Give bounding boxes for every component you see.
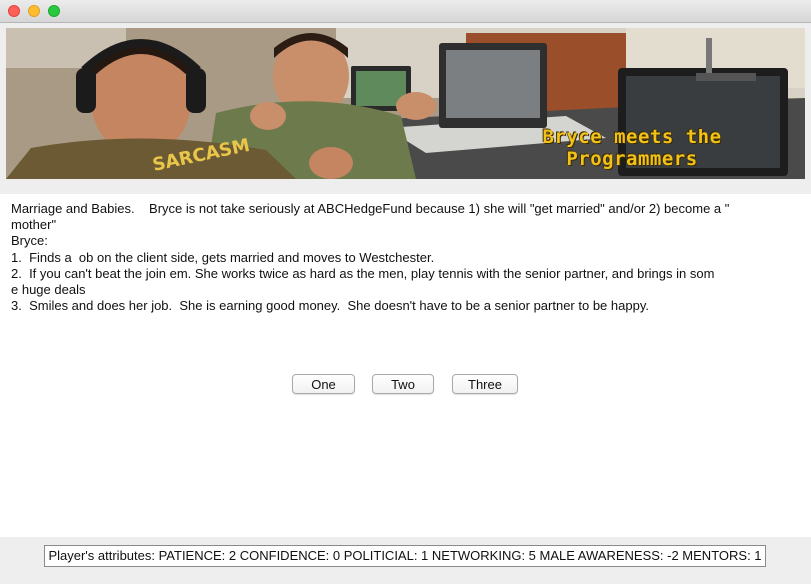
story-line: 2. If you can't beat the join em. She wo… <box>11 265 715 281</box>
story-line: Bryce: <box>11 233 48 249</box>
story-line: e huge deals <box>11 282 86 298</box>
window-titlebar <box>0 0 811 23</box>
choice-two-button[interactable]: Two <box>372 374 434 394</box>
choice-three-button[interactable]: Three <box>452 374 518 394</box>
banner-title: Bryce meets the Programmers <box>482 126 782 170</box>
choice-one-button[interactable]: One <box>292 374 355 394</box>
close-window-button[interactable] <box>8 5 20 17</box>
minimize-window-button[interactable] <box>28 5 40 17</box>
story-line: Marriage and Babies. Bryce is not take s… <box>11 201 730 216</box>
banner-title-line-1: Bryce meets the <box>542 126 722 148</box>
banner-image: SARCASM Bryce meets the Programmers <box>6 28 805 179</box>
story-line: 3. Smiles and does her job. She is earni… <box>11 298 649 314</box>
banner-title-line-2: Programmers <box>566 148 698 170</box>
story-line: 1. Finds a ob on the client side, gets m… <box>11 249 435 265</box>
story-line: mother" <box>11 217 57 233</box>
zoom-window-button[interactable] <box>48 5 60 17</box>
player-attributes-field: Player's attributes: PATIENCE: 2 CONFIDE… <box>44 545 766 567</box>
story-text: Marriage and Babies. Bryce is not take s… <box>11 201 801 314</box>
choice-buttons: One Two Three <box>0 374 811 396</box>
